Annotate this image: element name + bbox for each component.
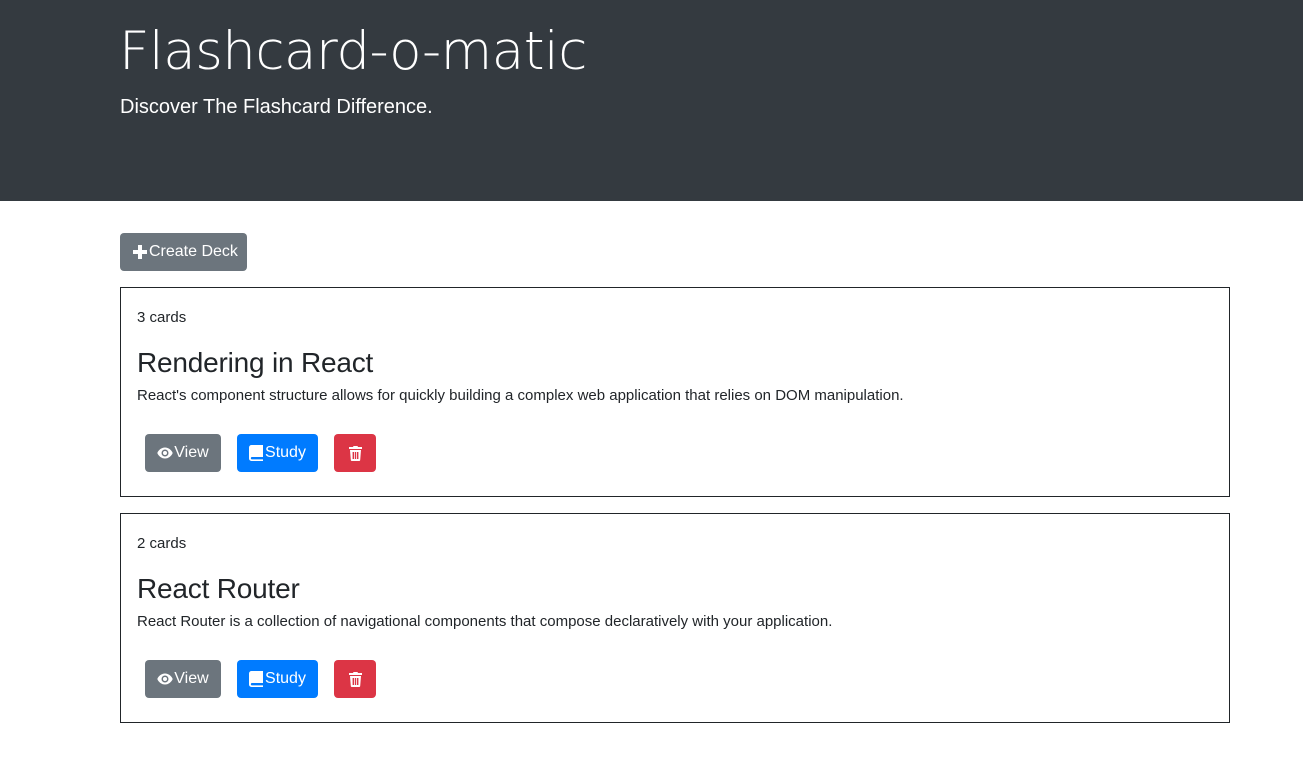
deck-name: Rendering in React: [137, 347, 374, 378]
page-title: Flashcard-o-matic: [119, 21, 587, 82]
create-deck-button[interactable]: Create Deck: [120, 233, 247, 271]
plus-icon: [132, 244, 148, 260]
main-content: Create Deck 3 cards Rendering in React R…: [120, 233, 1230, 739]
deck-actions: View Study: [145, 660, 376, 698]
study-button-label: Study: [265, 444, 306, 461]
deck-description: React's component structure allows for q…: [137, 387, 904, 404]
study-deck-button[interactable]: Study: [237, 434, 318, 472]
deck-actions: View Study: [145, 434, 376, 472]
study-deck-button[interactable]: Study: [237, 660, 318, 698]
deck-card: 3 cards Rendering in React React's compo…: [120, 287, 1230, 497]
view-button-label: View: [174, 444, 209, 461]
delete-deck-button[interactable]: [334, 434, 376, 472]
deck-name: React Router: [137, 573, 300, 604]
trash-icon: [348, 445, 362, 461]
book-icon: [249, 671, 264, 687]
view-deck-button[interactable]: View: [145, 434, 221, 472]
study-button-label: Study: [265, 670, 306, 687]
deck-list: 3 cards Rendering in React React's compo…: [120, 287, 1230, 723]
eye-icon: [157, 447, 173, 459]
trash-icon: [348, 671, 362, 687]
deck-description: React Router is a collection of navigati…: [137, 613, 833, 630]
deck-card: 2 cards React Router React Router is a c…: [120, 513, 1230, 723]
eye-icon: [157, 673, 173, 685]
deck-card-count: 2 cards: [137, 535, 187, 552]
delete-deck-button[interactable]: [334, 660, 376, 698]
deck-card-count: 3 cards: [137, 309, 187, 326]
create-deck-label: Create Deck: [149, 243, 238, 260]
book-icon: [249, 445, 264, 461]
page-header: Flashcard-o-matic Discover The Flashcard…: [0, 0, 1303, 201]
view-button-label: View: [174, 670, 209, 687]
page-subtitle: Discover The Flashcard Difference.: [120, 96, 433, 118]
view-deck-button[interactable]: View: [145, 660, 221, 698]
